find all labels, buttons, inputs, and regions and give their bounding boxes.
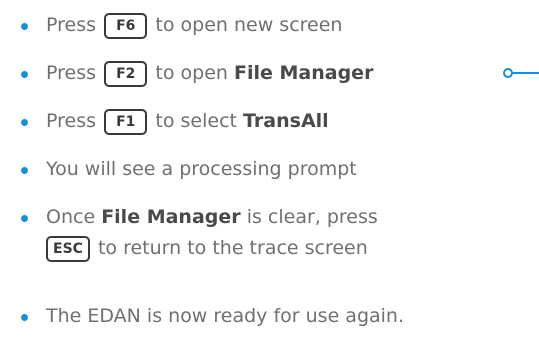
step-text: You will see a processing prompt (46, 158, 357, 180)
step-line: Once File Manager is clear, press (46, 204, 378, 230)
step-text: is clear, press (246, 206, 378, 228)
bullet-icon (21, 71, 28, 78)
step-text: to open new screen (155, 14, 343, 36)
key-f2: F2 (104, 61, 148, 87)
step-line: Press F2 to open File Manager (46, 60, 373, 87)
step-line: ESC to return to the trace screen (44, 235, 368, 262)
bullet-icon (21, 215, 28, 222)
step-line: Press F6 to open new screen (46, 12, 342, 39)
callout-connector-icon (503, 68, 539, 78)
bullet-icon (21, 167, 28, 174)
step-text: Press (46, 110, 97, 132)
step-text: Press (46, 14, 97, 36)
key-f1: F1 (104, 109, 148, 135)
step-text: to open (155, 62, 228, 84)
emphasis-text: File Manager (101, 206, 241, 228)
step-text: Press (46, 62, 97, 84)
key-f6: F6 (104, 13, 148, 39)
bullet-icon (21, 119, 28, 126)
step-text: to return to the trace screen (97, 237, 368, 259)
step-text: The EDAN is now ready for use again. (46, 305, 405, 327)
emphasis-text: TransAll (243, 110, 329, 132)
step-line: Press F1 to select TransAll (46, 108, 329, 135)
bullet-icon (21, 314, 28, 321)
bullet-icon (21, 23, 28, 30)
step-text: Once (46, 206, 96, 228)
key-esc: ESC (46, 236, 90, 262)
step-text: to select (155, 110, 237, 132)
emphasis-text: File Manager (234, 62, 374, 84)
